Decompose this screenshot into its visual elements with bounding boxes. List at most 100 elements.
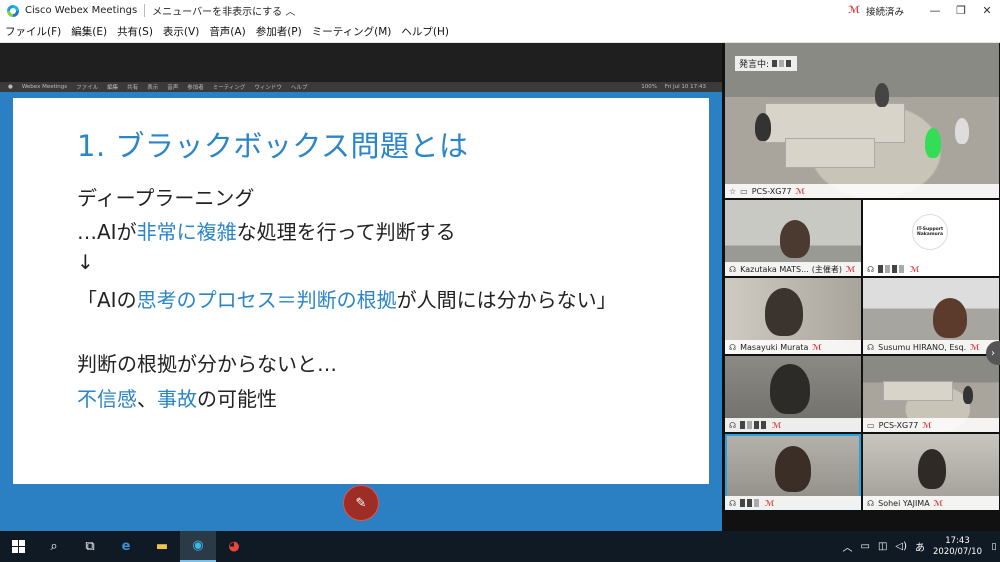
redacted-name [747,421,753,429]
speaking-indicator: 発言中: [735,56,797,71]
notification-icon: ▯ [991,541,997,552]
participant-name: Kazutaka MATS... [740,264,809,274]
muted-mic-icon: ✎ [355,495,367,511]
redacted-name [740,421,746,429]
volume-icon[interactable]: ◁) [895,541,907,552]
taskbar-clock[interactable]: 17:43 2020/07/10 [933,536,982,558]
shared-clock: Fri Jul 10 17:43 [664,84,706,90]
windows-taskbar: ⌕ ⧉ e ▬ ◉ ◕ ︿ ▭ ◫ ◁) あ 17:43 2020/07/10 … [0,531,1000,562]
task-view-icon: ⧉ [85,539,95,554]
menu-file[interactable]: ファイル(F) [0,24,66,39]
show-hidden-icons[interactable]: ︿ [843,539,853,554]
participant-avatar-tile[interactable]: IT-Support Nakamura ☊ ℳ [863,200,999,276]
participant-figure [780,220,810,258]
participant-figure [933,298,967,338]
close-button[interactable]: ✕ [974,0,1000,21]
muted-mic-icon: ℳ [933,498,944,508]
speaking-label: 発言中: [739,60,770,70]
taskbar-chrome[interactable]: ◕ [216,531,252,562]
connection-status[interactable]: ℳ 接続済み [848,4,904,18]
headset-icon: ☊ [729,264,737,274]
app-title: Cisco Webex Meetings [25,5,138,16]
participant-logo: IT-Support Nakamura [912,214,948,250]
slide-highlight: 事故 [157,387,197,411]
app-menubar: ファイル(F) 編集(E) 共有(S) 表示(V) 音声(A) 参加者(P) ミ… [0,21,1000,43]
participant-figure [765,288,803,336]
shared-menu-item: 表示 [147,85,159,91]
participant-video[interactable]: ▭ PCS-XG77 ℳ [863,356,999,432]
notification-center-button[interactable]: ▯ [988,531,1000,562]
muted-mic-icon: ℳ [970,342,980,352]
menu-view[interactable]: 表示(V) [158,24,204,39]
redacted-name [892,265,898,273]
search-button[interactable]: ⌕ [36,531,72,562]
hide-menubar-toggle[interactable]: メニューバーを非表示にする ︿ [152,3,295,18]
participant-figure [955,118,969,144]
mute-button[interactable]: ✎ [343,485,379,521]
participant-name: PCS-XG77 [751,186,792,196]
headset-icon: ☊ [867,342,875,352]
participant-name: PCS-XG77 [878,420,919,430]
participant-video[interactable]: ☊ Sohei YAJIMA ℳ [863,434,999,510]
search-icon: ⌕ [50,539,58,554]
shared-mac-menubar: ● Webex Meetings ファイル 編集 共有 表示 音声 参加者 ミー… [0,82,722,92]
menu-meeting[interactable]: ミーティング(M) [307,24,397,39]
active-speaker-video[interactable]: 発言中: ☆ ▭ PCS-XG77 ℳ [725,43,999,198]
participant-video[interactable]: ☊ Susumu HIRANO, Esq. ℳ [863,278,999,354]
participant-figure [925,128,941,158]
slide-text: …AIが [77,220,137,244]
presentation-slide: 1. ブラックボックス問題とは ディープラーニング …AIが非常に複雑な処理を行… [13,98,709,484]
muted-mic-icon: ℳ [848,5,860,16]
participant-figure [875,83,889,107]
participant-video[interactable]: ☊ Masayuki Murata ℳ [725,278,861,354]
apple-icon: ● [8,84,13,90]
taskbar-webex[interactable]: ◉ [180,531,216,562]
participant-name: Sohei YAJIMA [878,498,930,508]
conference-table [765,103,905,143]
slide-line-4: 「AIの思考のプロセス＝判断の根拠が人間には分からない」 [77,284,617,313]
minimize-button[interactable]: — [922,0,948,21]
participant-video-panel: 発言中: ☆ ▭ PCS-XG77 ℳ ☊ Kazutaka MATS... (… [722,43,1000,531]
folder-icon: ▬ [155,539,169,554]
shared-menu-item: ファイル [76,85,99,91]
participant-figure [918,449,946,489]
clock-date: 2020/07/10 [933,546,982,557]
menu-help[interactable]: ヘルプ(H) [396,24,454,39]
participant-label: ☊ ℳ [725,418,861,432]
muted-mic-icon: ℳ [795,186,806,196]
network-icon[interactable]: ◫ [878,541,887,552]
edge-icon: e [121,539,131,554]
webex-logo-icon [7,4,19,17]
menu-share[interactable]: 共有(S) [112,24,158,39]
redacted-name [885,265,891,273]
start-button[interactable] [0,531,36,562]
participant-video-selected[interactable]: ☊ ℳ [725,434,861,510]
participant-video[interactable]: ☊ Kazutaka MATS... (主催者) ℳ [725,200,861,276]
redacted-name [899,265,905,273]
redacted-name [878,265,884,273]
ime-indicator[interactable]: あ [915,539,925,554]
taskbar-edge[interactable]: e [108,531,144,562]
participant-name: Susumu HIRANO, Esq. [878,342,967,352]
taskbar-explorer[interactable]: ▬ [144,531,180,562]
participant-label: ☆ ▭ PCS-XG77 ℳ [725,184,999,198]
menu-edit[interactable]: 編集(E) [66,24,112,39]
windows-logo-icon [11,540,25,553]
shared-screen-frame[interactable]: ● Webex Meetings ファイル 編集 共有 表示 音声 参加者 ミー… [0,82,722,534]
battery-icon[interactable]: ▭ [861,541,870,552]
slide-highlight: 非常に複雑 [136,220,237,244]
slide-text: な処理を行って判断する [236,220,456,244]
shared-menu-item: ウィンドウ [254,85,282,91]
participant-figure [770,364,810,414]
pin-icon: ☆ [729,186,737,196]
participant-video[interactable]: ☊ ℳ [725,356,861,432]
menu-audio[interactable]: 音声(A) [204,24,250,39]
shared-content-area: ● Webex Meetings ファイル 編集 共有 表示 音声 参加者 ミー… [0,43,722,534]
task-view-button[interactable]: ⧉ [72,531,108,562]
shared-menu-item: ミーティング [212,85,246,91]
restore-button[interactable]: ❐ [948,0,974,21]
menu-participants[interactable]: 参加者(P) [251,24,307,39]
redacted-name [740,499,746,507]
webex-icon: ◉ [192,538,204,553]
slide-arrow: ↓ [77,250,94,274]
